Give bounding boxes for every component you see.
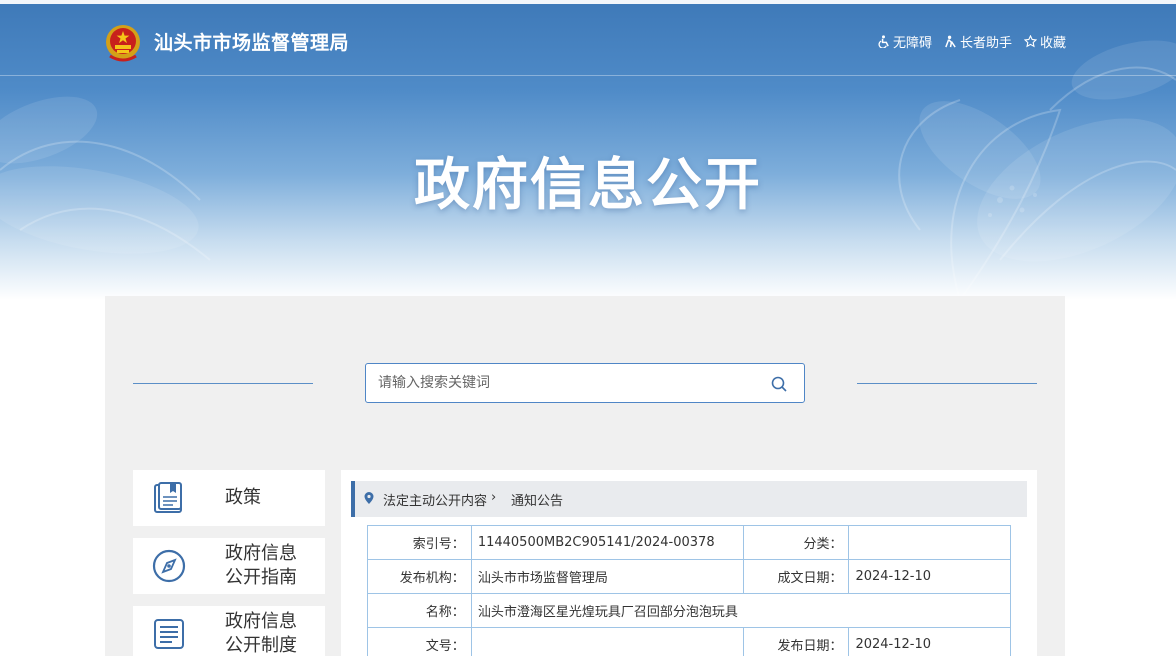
table-row: 名称： 汕头市澄海区星光煌玩具厂召回部分泡泡玩具 <box>367 593 1012 628</box>
search-divider-left <box>133 383 313 384</box>
favorite-link[interactable]: 收藏 <box>1023 32 1066 51</box>
header-divider <box>0 75 1176 76</box>
category-value <box>848 525 1011 560</box>
publisher-label: 发布机构： <box>367 559 472 594</box>
elder-assistant-label: 长者助手 <box>959 36 1012 51</box>
doc-no-label: 文号： <box>367 627 472 656</box>
written-date-label: 成文日期： <box>742 559 850 594</box>
search-divider-right <box>857 383 1037 384</box>
sidebar-item-disclosure-system[interactable]: 政府信息 公开制度 <box>133 606 325 656</box>
compass-icon <box>152 549 186 583</box>
site-name[interactable]: 汕头市市场监督管理局 <box>154 28 349 55</box>
sidebar-item-disclosure-guide[interactable]: 政府信息 公开指南 <box>133 538 325 594</box>
accessibility-link[interactable]: 无障碍 <box>877 32 932 51</box>
doc-no-value <box>470 627 744 656</box>
publisher-value: 汕头市市场监督管理局 <box>470 559 744 594</box>
hero-title: 政府信息公开 <box>414 153 762 218</box>
star-icon <box>1023 35 1037 48</box>
elder-assistant-icon <box>945 35 956 48</box>
sidebar-item-policy[interactable]: 政策 <box>133 470 325 526</box>
location-pin-icon <box>364 492 374 504</box>
sidebar-item-label: 政策 <box>225 487 261 508</box>
index-value: 11440500MB2C905141/2024-00378 <box>470 525 744 560</box>
name-label: 名称： <box>367 593 472 628</box>
accessibility-icon <box>878 35 889 48</box>
table-row: 索引号： 11440500MB2C905141/2024-00378 分类： <box>367 525 1011 560</box>
document-list-icon <box>154 619 184 649</box>
search-input[interactable] <box>378 373 758 393</box>
table-row: 发布机构： 汕头市市场监督管理局 成文日期： 2024-12-10 <box>367 559 1011 594</box>
document-meta-table: 索引号： 11440500MB2C905141/2024-00378 分类： 发… <box>367 525 1012 656</box>
national-emblem-logo[interactable] <box>104 22 142 62</box>
table-row: 文号： 发布日期： 2024-12-10 <box>367 627 1011 656</box>
content-area: 法定主动公开内容 › 通知公告 索引号： 11440500MB2C905141/… <box>341 470 1037 656</box>
sidebar-item-label: 政府信息 公开制度 <box>225 611 297 656</box>
chevron-right-icon: › <box>491 490 497 505</box>
breadcrumb: 法定主动公开内容 › 通知公告 <box>351 481 1027 517</box>
publish-date-value: 2024-12-10 <box>848 627 1011 656</box>
accessibility-label: 无障碍 <box>892 36 932 51</box>
breadcrumb-item[interactable]: 通知公告 <box>511 490 563 509</box>
main-panel: 政策 政府信息 公开指南 政府信息 公开制度 <box>105 296 1065 656</box>
search-box[interactable] <box>365 363 805 403</box>
policy-book-icon <box>154 482 182 513</box>
publish-date-label: 发布日期： <box>742 627 850 656</box>
elder-assistant-link[interactable]: 长者助手 <box>944 32 1012 51</box>
index-label: 索引号： <box>367 525 472 560</box>
breadcrumb-item[interactable]: 法定主动公开内容 <box>383 490 487 509</box>
favorite-label: 收藏 <box>1039 36 1066 51</box>
category-label: 分类： <box>742 525 850 560</box>
search-icon[interactable] <box>770 375 788 393</box>
name-value: 汕头市澄海区星光煌玩具厂召回部分泡泡玩具 <box>470 593 1012 628</box>
sidebar-item-label: 政府信息 公开指南 <box>225 543 297 588</box>
header-banner: 汕头市市场监督管理局 无障碍 长者助手 收藏 政府信息公开 <box>0 0 1176 300</box>
top-links: 无障碍 长者助手 收藏 <box>877 32 1066 51</box>
written-date-value: 2024-12-10 <box>848 559 1011 594</box>
